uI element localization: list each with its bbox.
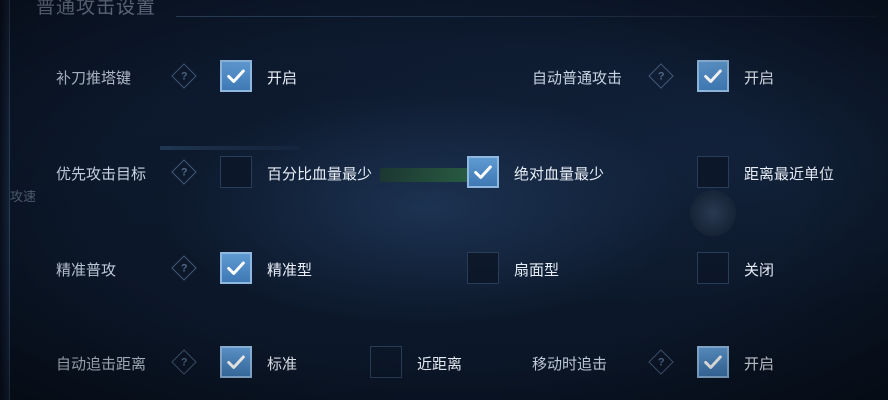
- setting-label-auto-chase-distance: 自动追击距离: [56, 355, 147, 373]
- checkbox-lowest-hp-percent[interactable]: [220, 156, 252, 188]
- checkbox-precise-type[interactable]: [220, 252, 252, 284]
- checkmark-icon: [227, 69, 245, 83]
- background-text: 攻速: [10, 190, 37, 205]
- checkbox-lowest-hp-absolute[interactable]: [467, 156, 499, 188]
- option-label-short-range: 近距离: [417, 355, 463, 373]
- option-label-on: 开启: [744, 69, 775, 87]
- setting-label-priority-target: 优先攻击目标: [56, 165, 147, 183]
- background-health-bar: [160, 146, 300, 150]
- setting-label-last-hit-tower-key: 补刀推塔键: [56, 69, 132, 87]
- checkbox-precise-off[interactable]: [697, 252, 729, 284]
- option-label-lowest-hp-absolute: 绝对血量最少: [514, 165, 605, 183]
- help-icon[interactable]: ?: [648, 349, 674, 375]
- option-label-nearest-unit: 距离最近单位: [744, 165, 835, 183]
- option-label-standard: 标准: [267, 355, 298, 373]
- background-health-bar-green: [380, 168, 468, 182]
- option-label-precise-type: 精准型: [267, 261, 313, 279]
- checkbox-last-hit-tower-key-on[interactable]: [220, 60, 252, 92]
- setting-label-precise-attack: 精准普攻: [56, 261, 117, 279]
- help-icon[interactable]: ?: [171, 255, 197, 281]
- checkbox-auto-attack-on[interactable]: [697, 60, 729, 92]
- option-label-on: 开启: [744, 355, 775, 373]
- help-icon[interactable]: ?: [171, 159, 197, 185]
- help-icon[interactable]: ?: [171, 63, 197, 89]
- checkbox-chase-standard[interactable]: [220, 346, 252, 378]
- help-icon[interactable]: ?: [648, 63, 674, 89]
- setting-label-chase-while-moving: 移动时追击: [532, 355, 608, 373]
- checkmark-icon: [227, 261, 245, 275]
- background-hero-avatar: [690, 190, 736, 236]
- left-rail: [0, 0, 10, 400]
- page-title: 普通攻击设置: [36, 0, 157, 18]
- vignette-overlay: [0, 0, 888, 400]
- option-label-fan-type: 扇面型: [514, 261, 560, 279]
- checkbox-chase-while-moving-on[interactable]: [697, 346, 729, 378]
- checkbox-chase-short[interactable]: [370, 346, 402, 378]
- option-label-lowest-hp-percent: 百分比血量最少: [267, 165, 373, 183]
- setting-label-auto-attack: 自动普通攻击: [532, 69, 623, 87]
- checkmark-icon: [227, 355, 245, 369]
- checkmark-icon: [704, 69, 722, 83]
- checkbox-fan-type[interactable]: [467, 252, 499, 284]
- checkmark-icon: [474, 165, 492, 179]
- option-label-on: 开启: [267, 69, 298, 87]
- checkmark-icon: [704, 355, 722, 369]
- title-divider: [176, 16, 876, 17]
- checkbox-nearest-unit[interactable]: [697, 156, 729, 188]
- option-label-off: 关闭: [744, 261, 775, 279]
- help-icon[interactable]: ?: [171, 349, 197, 375]
